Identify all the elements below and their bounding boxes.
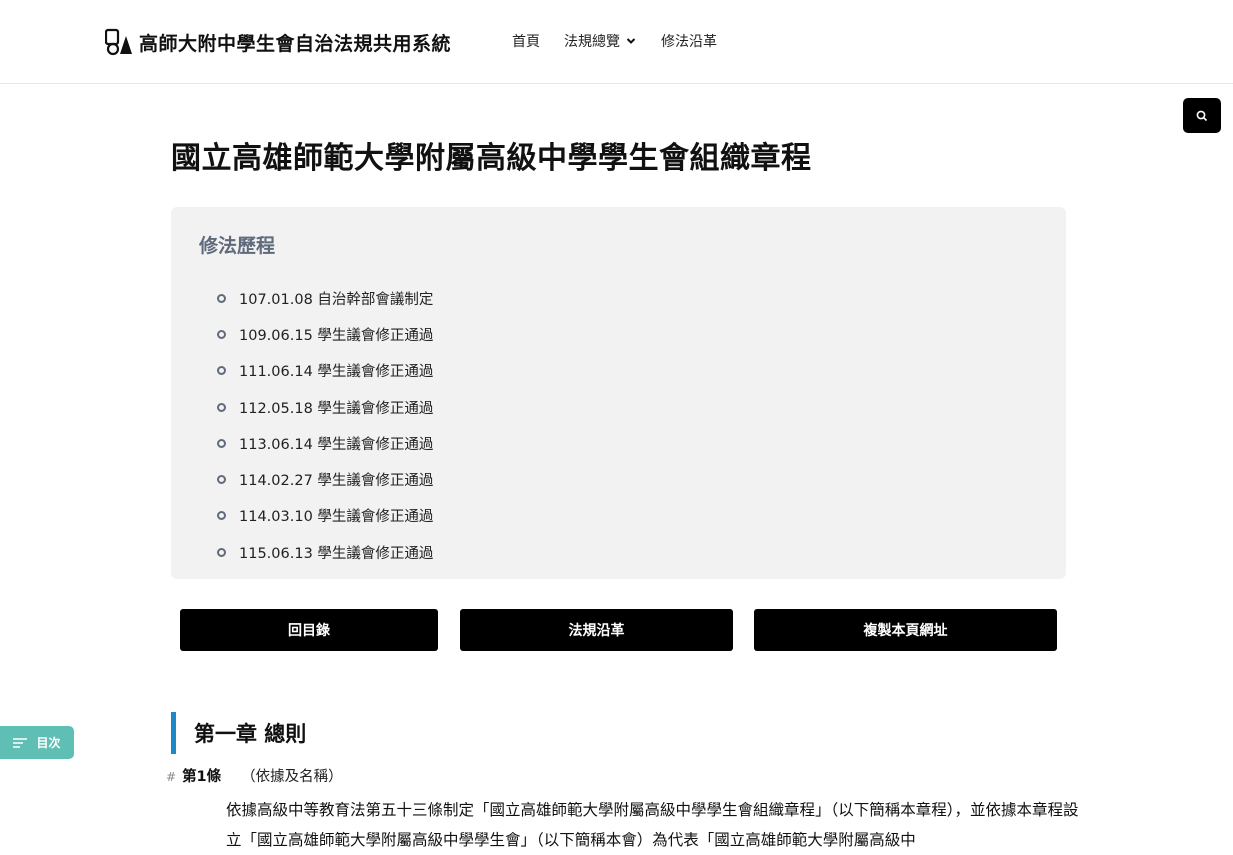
- bullet-icon: [217, 475, 226, 485]
- history-item-text: 109.06.15 學生議會修正通過: [239, 327, 434, 344]
- regulation-history-button[interactable]: 法規沿革: [460, 609, 733, 651]
- chevron-down-icon: [626, 38, 636, 44]
- bullet-icon: [217, 366, 226, 376]
- site-title: 高師大附中學生會自治法規共用系統: [139, 32, 452, 55]
- history-item-text: 107.01.08 自治幹部會議制定: [239, 291, 434, 308]
- history-item: 112.05.18 學生議會修正通過: [217, 389, 433, 425]
- site-header: 高師大附中學生會自治法規共用系統 首頁 法規總覽 修法沿革: [0, 0, 1233, 84]
- bullet-icon: [217, 438, 226, 448]
- history-item-text: 115.06.13 學生議會修正通過: [239, 545, 434, 562]
- search-button[interactable]: [1183, 98, 1221, 133]
- article-body: 依據高級中等教育法第五十三條制定「國立高雄師範大學附屬高級中學學生會組織章程」（…: [226, 801, 1079, 849]
- history-item: 113.06.14 學生議會修正通過: [217, 425, 433, 461]
- search-icon: [1196, 110, 1208, 121]
- toc-label: 目次: [36, 736, 61, 750]
- bullet-icon: [217, 547, 226, 557]
- back-to-index-button[interactable]: 回目錄: [180, 609, 438, 651]
- history-title: 修法歷程: [199, 235, 276, 257]
- amendment-history-panel: 修法歷程 107.01.08 自治幹部會議制定 109.06.15 學生議會修正…: [171, 207, 1066, 579]
- history-item-text: 112.05.18 學生議會修正通過: [239, 400, 434, 417]
- history-item: 115.06.13 學生議會修正通過: [217, 534, 433, 570]
- logo-icon: [105, 28, 132, 56]
- article-heading: # 第1條 （依據及名稱）: [166, 765, 343, 786]
- history-item: 107.01.08 自治幹部會議制定: [217, 280, 433, 316]
- history-item-text: 113.06.14 學生議會修正通過: [239, 436, 434, 453]
- article-number: 第1條: [182, 769, 222, 785]
- nav-home[interactable]: 首頁: [512, 31, 540, 51]
- article-subtitle: （依據及名稱）: [241, 769, 343, 785]
- bullet-icon: [217, 511, 226, 521]
- nav-amendment-history[interactable]: 修法沿革: [661, 31, 717, 51]
- page-title: 國立高雄師範大學附屬高級中學學生會組織章程: [171, 141, 812, 176]
- history-item: 109.06.15 學生議會修正通過: [217, 316, 433, 352]
- site-brand[interactable]: 高師大附中學生會自治法規共用系統: [105, 27, 451, 57]
- nav-regulations-dropdown[interactable]: 法規總覽: [564, 31, 637, 51]
- bullet-icon: [217, 402, 226, 412]
- history-item: 114.03.10 學生議會修正通過: [217, 498, 433, 534]
- history-list: 107.01.08 自治幹部會議制定 109.06.15 學生議會修正通過 11…: [217, 280, 433, 570]
- history-item: 111.06.14 學生議會修正通過: [217, 353, 433, 389]
- history-item-text: 111.06.14 學生議會修正通過: [239, 364, 434, 381]
- article-anchor-link[interactable]: #: [166, 770, 176, 784]
- menu-lines-icon: [13, 737, 28, 748]
- history-item: 114.02.27 學生議會修正通過: [217, 461, 433, 497]
- main-nav: 首頁 法規總覽 修法沿革: [512, 31, 741, 51]
- chapter-heading: 第一章 總則: [171, 712, 306, 755]
- history-item-text: 114.02.27 學生議會修正通過: [239, 473, 434, 490]
- nav-regulations-label: 法規總覽: [564, 34, 620, 50]
- toc-button[interactable]: 目次: [0, 726, 74, 759]
- bullet-icon: [217, 293, 226, 303]
- copy-url-button[interactable]: 複製本頁網址: [754, 609, 1057, 651]
- history-item-text: 114.03.10 學生議會修正通過: [239, 509, 434, 526]
- bullet-icon: [217, 329, 226, 339]
